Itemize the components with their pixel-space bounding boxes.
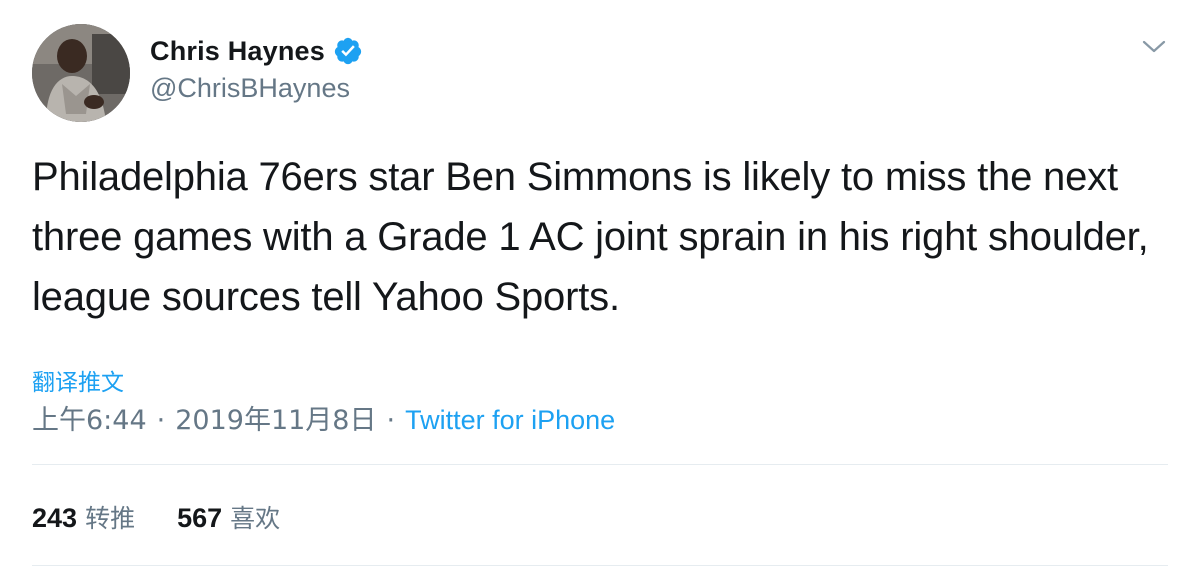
- user-info: Chris Haynes @ChrisBHaynes: [150, 34, 363, 104]
- likes-count: 567: [177, 503, 223, 533]
- name-row: Chris Haynes: [150, 34, 363, 68]
- likes-stat[interactable]: 567 喜欢: [177, 499, 280, 535]
- divider: [32, 464, 1168, 465]
- tweet-stats: 243 转推 567 喜欢: [32, 499, 280, 535]
- retweets-stat[interactable]: 243 转推: [32, 499, 135, 535]
- display-name[interactable]: Chris Haynes: [150, 36, 325, 67]
- retweets-count: 243: [32, 503, 78, 533]
- retweets-label: 转推: [85, 504, 136, 533]
- tweet-card: Chris Haynes @ChrisBHaynes Philadelphia …: [0, 0, 1200, 566]
- verified-badge-icon: [333, 36, 363, 66]
- likes-label: 喜欢: [230, 504, 281, 533]
- tweet-metadata: 上午6:44 · 2019年11月8日 · Twitter for iPhone: [32, 398, 615, 437]
- avatar-photo: [32, 24, 130, 122]
- avatar[interactable]: [32, 24, 130, 122]
- separator: ·: [386, 405, 396, 436]
- tweet-text: Philadelphia 76ers star Ben Simmons is l…: [32, 155, 1149, 319]
- translate-tweet-link[interactable]: 翻译推文: [32, 363, 124, 397]
- tweet-date[interactable]: 2019年11月8日: [175, 405, 376, 436]
- tweet-time[interactable]: 上午6:44: [32, 405, 147, 436]
- tweet-source-link[interactable]: Twitter for iPhone: [405, 405, 615, 435]
- separator: ·: [156, 405, 166, 436]
- chevron-down-icon[interactable]: [1141, 38, 1167, 56]
- user-handle[interactable]: @ChrisBHaynes: [150, 73, 363, 104]
